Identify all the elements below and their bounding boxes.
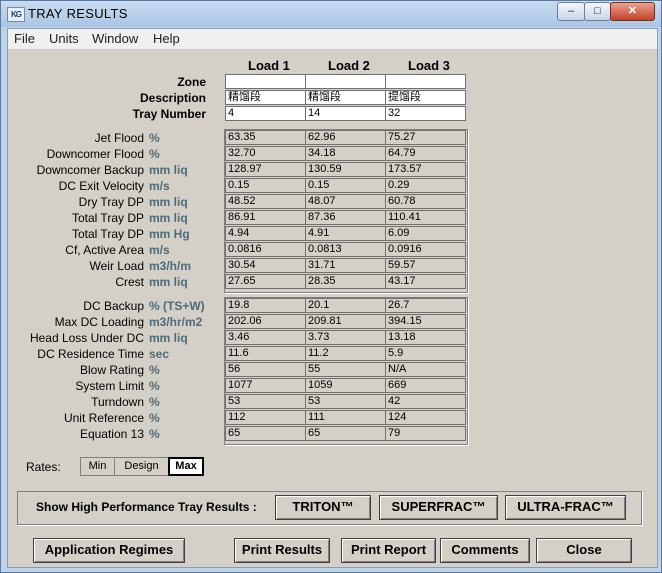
window-title: TRAY RESULTS [28, 6, 128, 21]
result-row-unit: mm liq [149, 163, 188, 177]
rate-design-button[interactable]: Design [114, 457, 169, 476]
menu-help[interactable]: Help [153, 31, 180, 46]
close-button[interactable]: Close [536, 538, 632, 563]
result-row-unit: mm Hg [149, 227, 190, 241]
header-row-label: Description [139, 91, 206, 105]
result-row-unit: % [149, 379, 160, 393]
maximize-button[interactable]: □ [584, 2, 611, 21]
header-row-label: Zone [177, 75, 206, 89]
load-2-header: Load 2 [328, 58, 370, 73]
header-cell[interactable] [305, 74, 386, 89]
header-cell[interactable]: 14 [305, 106, 386, 121]
result-row-label: DC Residence Time [37, 347, 144, 361]
group1-frame [224, 129, 468, 293]
header-cell[interactable] [225, 74, 306, 89]
result-row-label: Dry Tray DP [78, 195, 144, 209]
header-row-label: Tray Number [132, 107, 206, 121]
result-row-unit: % (TS+W) [149, 299, 205, 313]
result-row-unit: m3/h/m [149, 259, 192, 273]
result-row-label: Total Tray DP [71, 211, 144, 225]
client-area: File Units Window Help Load 1 Load 2 Loa… [7, 28, 658, 568]
result-row-label: Weir Load [89, 259, 144, 273]
result-row-label: Turndown [91, 395, 144, 409]
result-row-label: System Limit [75, 379, 144, 393]
result-row-unit: % [149, 131, 160, 145]
header-cell[interactable]: 提馏段 [385, 90, 466, 105]
result-row-unit: % [149, 427, 160, 441]
result-row-label: Equation 13 [79, 427, 144, 441]
result-row-label: Total Tray DP [71, 227, 144, 241]
high-performance-label: Show High Performance Tray Results : [36, 500, 257, 514]
rates-label: Rates: [26, 460, 61, 474]
menu-units[interactable]: Units [49, 31, 79, 46]
result-row-unit: m/s [149, 179, 170, 193]
group2-frame [224, 297, 468, 445]
close-window-button[interactable]: ✕ [610, 2, 655, 21]
result-row-label: Head Loss Under DC [29, 331, 144, 345]
result-row-unit: m/s [149, 243, 170, 257]
header-cell[interactable]: 32 [385, 106, 466, 121]
rate-max-button[interactable]: Max [168, 457, 204, 476]
result-row-label: Cf, Active Area [65, 243, 144, 257]
result-row-label: Crest [115, 275, 144, 289]
result-row-unit: mm liq [149, 211, 188, 225]
rate-min-button[interactable]: Min [80, 457, 115, 476]
result-row-label: Downcomer Flood [46, 147, 144, 161]
superfrac-button[interactable]: SUPERFRAC™ [379, 495, 498, 520]
menu-file[interactable]: File [14, 31, 35, 46]
triton-button[interactable]: TRITON™ [275, 495, 371, 520]
result-row-label: Max DC Loading [54, 315, 144, 329]
application-regimes-button[interactable]: Application Regimes [33, 538, 185, 563]
result-row-unit: mm liq [149, 275, 188, 289]
load-1-header: Load 1 [248, 58, 290, 73]
result-row-unit: mm liq [149, 195, 188, 209]
menu-window[interactable]: Window [92, 31, 138, 46]
result-row-label: DC Backup [83, 299, 144, 313]
tray-results-window: KG TRAY RESULTS – □ ✕ File Units Window … [0, 0, 662, 573]
result-row-unit: % [149, 363, 160, 377]
header-cell[interactable] [385, 74, 466, 89]
comments-button[interactable]: Comments [440, 538, 530, 563]
result-row-unit: mm liq [149, 331, 188, 345]
menu-bar: File Units Window Help [8, 29, 657, 50]
result-row-unit: m3/hr/m2 [149, 315, 203, 329]
header-cell[interactable]: 精馏段 [225, 90, 306, 105]
title-bar[interactable]: KG TRAY RESULTS – □ ✕ [1, 1, 661, 27]
header-cell[interactable]: 精馏段 [305, 90, 386, 105]
result-row-label: Jet Flood [94, 131, 144, 145]
load-3-header: Load 3 [408, 58, 450, 73]
result-row-label: Blow Rating [79, 363, 144, 377]
result-row-unit: % [149, 395, 160, 409]
result-row-unit: sec [149, 347, 170, 361]
ultra-frac-button[interactable]: ULTRA-FRAC™ [505, 495, 626, 520]
result-row-label: DC Exit Velocity [58, 179, 144, 193]
print-results-button[interactable]: Print Results [234, 538, 330, 563]
app-logo-icon: KG [7, 7, 25, 22]
header-cell[interactable]: 4 [225, 106, 306, 121]
result-row-unit: % [149, 147, 160, 161]
minimize-button[interactable]: – [557, 2, 585, 21]
result-row-label: Unit Reference [63, 411, 144, 425]
result-row-label: Downcomer Backup [36, 163, 144, 177]
result-row-unit: % [149, 411, 160, 425]
print-report-button[interactable]: Print Report [341, 538, 436, 563]
